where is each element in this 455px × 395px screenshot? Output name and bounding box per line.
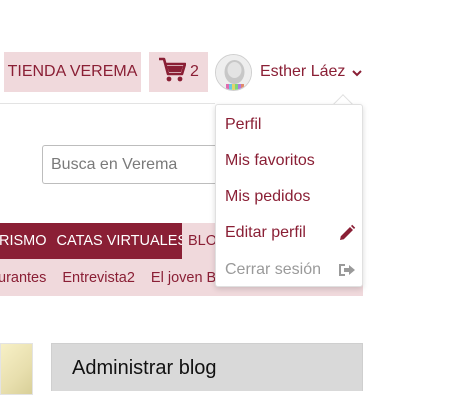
panel-body	[51, 391, 363, 395]
menu-item-label: Perfil	[225, 116, 262, 133]
menu-item-editar-perfil[interactable]: Editar perfil	[225, 220, 357, 246]
nav-item-catas-virtuales[interactable]: CATAS VIRTUALES	[52, 233, 182, 249]
menu-item-cerrar-sesion[interactable]: Cerrar sesión	[225, 257, 357, 283]
menu-item-mis-pedidos[interactable]: Mis pedidos	[225, 184, 357, 210]
chevron-down-icon[interactable]	[350, 66, 364, 80]
sign-out-icon	[337, 260, 357, 280]
pencil-icon	[337, 223, 357, 243]
admin-blog-panel: Administrar blog	[51, 343, 363, 395]
avatar[interactable]	[215, 54, 252, 91]
main-nav: RISMO CATAS VIRTUALES	[0, 223, 182, 259]
menu-item-perfil[interactable]: Perfil	[225, 112, 357, 138]
menu-item-label: Mis favoritos	[225, 152, 315, 169]
menu-item-label: Cerrar sesión	[225, 261, 322, 278]
blog-thumbnail[interactable]	[0, 343, 33, 395]
search-input[interactable]	[42, 145, 220, 184]
subnav-item-entrevista2[interactable]: Entrevista2	[54, 270, 143, 286]
cart-icon	[158, 57, 187, 88]
user-name[interactable]: Esther Láez	[260, 63, 345, 83]
nav-item-turismo[interactable]: RISMO	[0, 233, 52, 249]
divider	[0, 103, 215, 104]
user-dropdown-menu: Perfil Mis favoritos Mis pedidos Editar …	[215, 104, 363, 287]
cart-button[interactable]: 2	[149, 52, 208, 92]
subnav-item-el-joven[interactable]: El joven B	[143, 270, 222, 286]
menu-item-label: Editar perfil	[225, 224, 306, 241]
menu-item-label: Mis pedidos	[225, 188, 311, 205]
store-button[interactable]: TIENDA VEREMA	[4, 52, 141, 92]
subnav-item-restaurantes[interactable]: urantes	[0, 270, 54, 286]
menu-item-mis-favoritos[interactable]: Mis favoritos	[225, 148, 357, 174]
cart-count: 2	[190, 63, 199, 80]
admin-blog-title: Administrar blog	[72, 357, 217, 379]
sub-nav: urantes Entrevista2 El joven B	[0, 259, 222, 296]
